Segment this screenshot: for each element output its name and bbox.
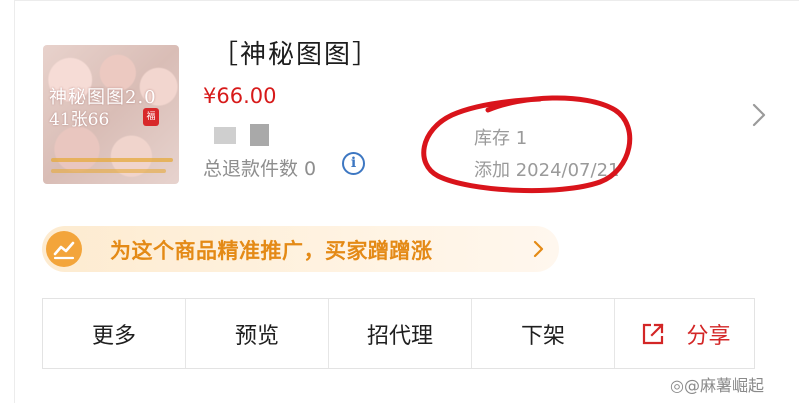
thumbnail-caption-strip: [51, 169, 166, 173]
preview-button[interactable]: 预览: [186, 299, 329, 368]
recruit-agent-button[interactable]: 招代理: [329, 299, 472, 368]
promotion-banner[interactable]: 为这个商品精准推广，买家蹭蹭涨: [42, 226, 559, 272]
recruit-agent-button-label: 招代理: [366, 323, 433, 349]
action-bar: 更多 预览 招代理 下架 分享: [42, 298, 755, 369]
thumbnail-seal: 福: [143, 108, 159, 126]
card-left-border: [14, 0, 15, 403]
delist-button[interactable]: 下架: [472, 299, 615, 368]
thumbnail-subtitle: 41张66: [49, 110, 110, 130]
refund-count: 总退款件数 0: [203, 158, 317, 180]
added-date: 添加 2024/07/21: [474, 160, 620, 181]
preview-button-label: 预览: [234, 323, 279, 349]
more-button[interactable]: 更多: [43, 299, 186, 368]
product-thumbnail[interactable]: 神秘图图2.0 41张66 福: [43, 45, 179, 184]
stock-count: 库存 1: [474, 128, 528, 149]
card-top-border: [14, 0, 799, 1]
chevron-right-icon: [533, 240, 544, 258]
info-icon[interactable]: i: [342, 152, 365, 175]
product-price: ¥66.00: [203, 84, 277, 108]
trend-chart-icon: [46, 231, 82, 267]
delist-button-label: 下架: [520, 323, 565, 349]
watermark: ◎@麻薯崛起: [670, 376, 764, 395]
share-button[interactable]: 分享: [615, 299, 756, 368]
promotion-text: 为这个商品精准推广，买家蹭蹭涨: [110, 239, 433, 263]
product-title[interactable]: ［神秘图图］: [212, 34, 380, 71]
share-external-icon: [643, 322, 665, 344]
more-button-label: 更多: [91, 323, 136, 349]
redacted-block: [250, 124, 269, 146]
thumbnail-caption-strip: [51, 158, 173, 162]
chevron-right-icon[interactable]: [749, 102, 769, 128]
redacted-block: [214, 127, 236, 144]
share-button-label: 分享: [686, 323, 731, 349]
